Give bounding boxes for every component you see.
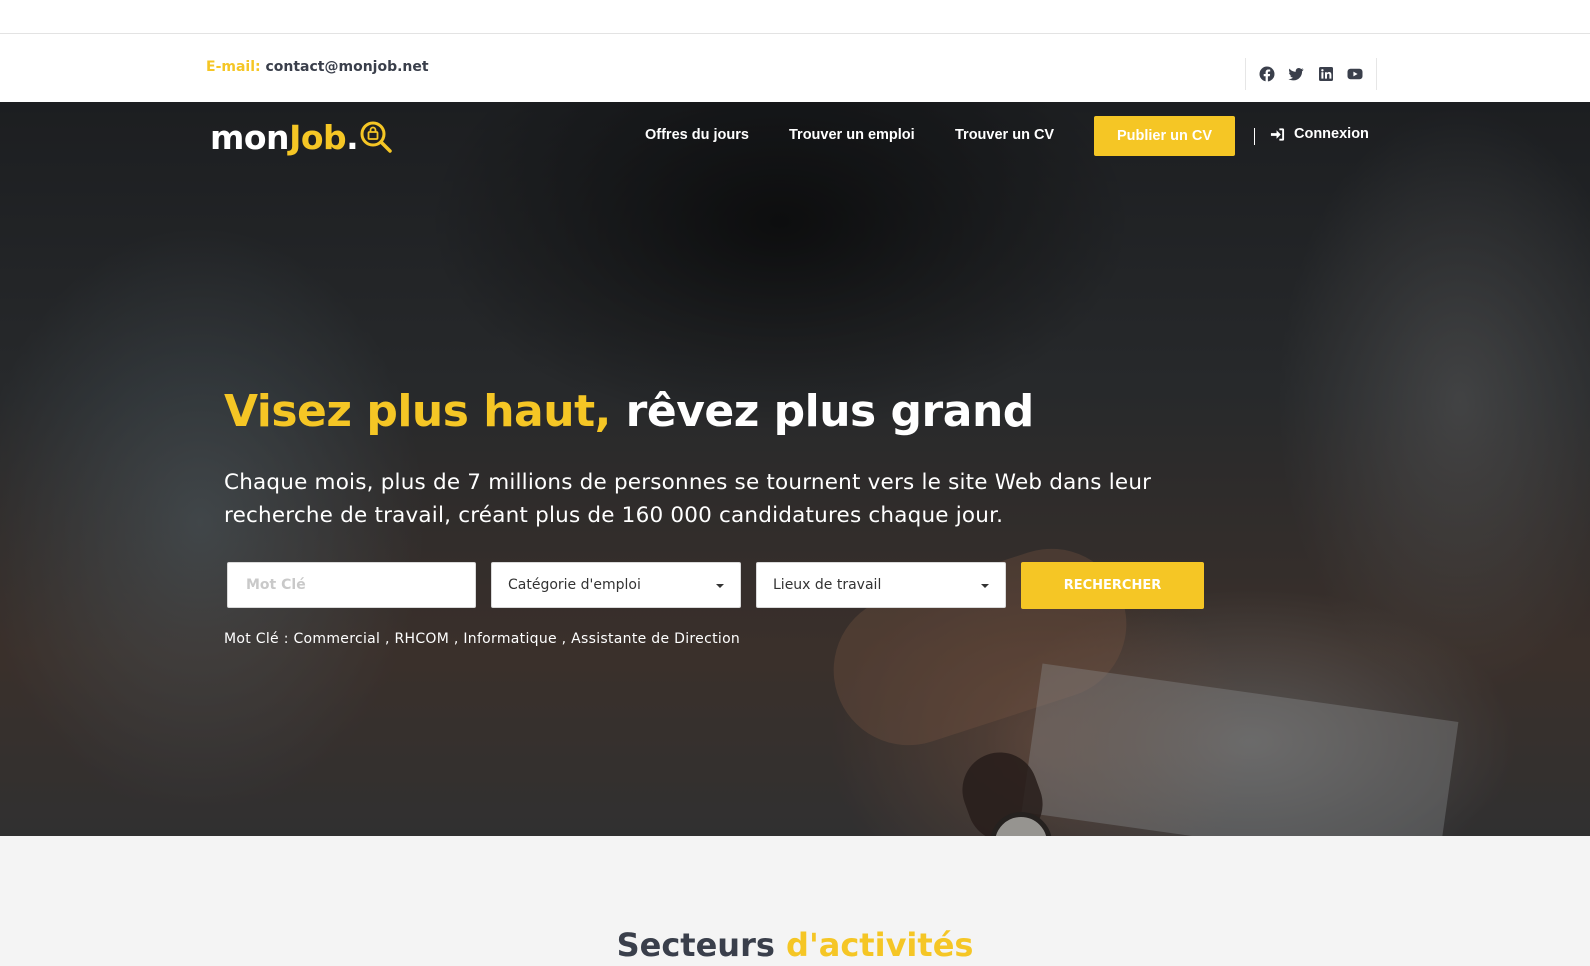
headline-rest: rêvez plus grand — [625, 386, 1035, 437]
nav-item-trouver-un-cv[interactable]: Trouver un CV — [955, 127, 1054, 143]
keyword-input[interactable] — [228, 563, 475, 607]
sign-in-icon — [1270, 127, 1285, 141]
main-nav: Offres du jours Trouver un emploi Trouve… — [0, 116, 1590, 156]
login-link[interactable]: Connexion — [1270, 126, 1369, 142]
publish-cv-button[interactable]: Publier un CV — [1094, 116, 1235, 156]
chevron-down-icon — [981, 584, 989, 588]
search-button[interactable]: RECHERCHER — [1021, 562, 1204, 609]
location-select-value: Lieux de travail — [773, 577, 882, 593]
sectors-title-part2: d'activités — [786, 926, 974, 964]
linkedin-icon[interactable] — [1318, 66, 1334, 82]
category-select-value: Catégorie d'emploi — [508, 577, 641, 593]
chevron-down-icon — [716, 584, 724, 588]
hero-subtitle: Chaque mois, plus de 7 millions de perso… — [224, 470, 1152, 528]
sectors-title: Secteurs d'activités — [0, 926, 1590, 964]
keyword-field[interactable] — [227, 562, 476, 608]
contact-email[interactable]: E-mail: contact@monjob.net — [206, 59, 429, 75]
sectors-section: Secteurs d'activités — [0, 836, 1590, 966]
location-select[interactable]: Lieux de travail — [756, 562, 1006, 608]
info-bar: E-mail: contact@monjob.net — [0, 34, 1590, 102]
keyword-suggestions: Mot Clé : Commercial , RHCOM , Informati… — [224, 631, 741, 647]
twitter-icon[interactable] — [1288, 66, 1304, 82]
login-label: Connexion — [1294, 126, 1369, 142]
top-strip — [0, 0, 1590, 34]
category-select[interactable]: Catégorie d'emploi — [491, 562, 741, 608]
email-value[interactable]: contact@monjob.net — [265, 59, 428, 75]
nav-item-trouver-un-emploi[interactable]: Trouver un emploi — [789, 127, 915, 143]
youtube-icon[interactable] — [1347, 66, 1363, 82]
facebook-icon[interactable] — [1259, 66, 1275, 82]
headline-highlight: Visez plus haut, — [224, 386, 611, 437]
email-label: E-mail: — [206, 59, 261, 75]
nav-divider — [1254, 128, 1255, 145]
hero-headline: Visez plus haut, rêvez plus grand — [224, 386, 1034, 437]
social-links — [1245, 58, 1377, 90]
nav-item-offres-du-jours[interactable]: Offres du jours — [645, 127, 749, 143]
sectors-title-part1: Secteurs — [616, 926, 775, 964]
